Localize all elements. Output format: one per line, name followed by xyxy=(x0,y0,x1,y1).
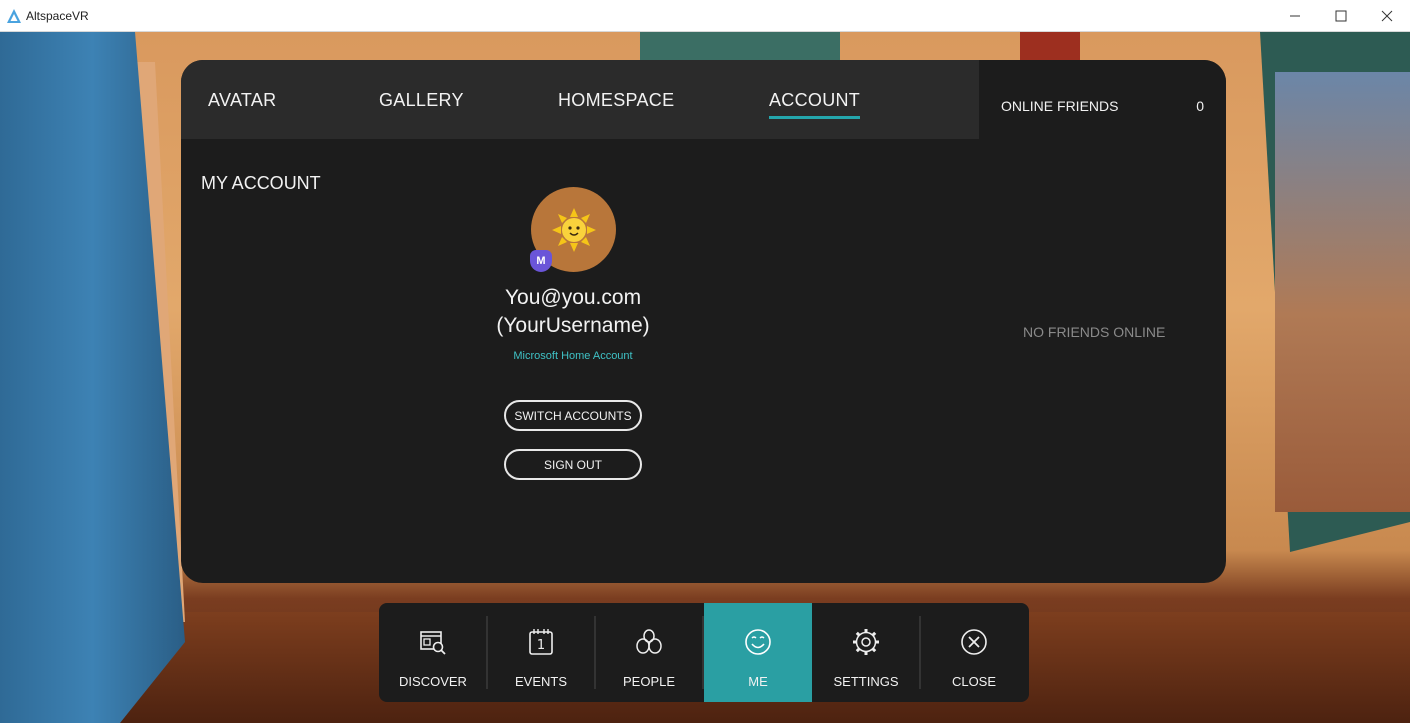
dock-me-label: ME xyxy=(748,674,768,689)
tab-avatar[interactable]: AVATAR xyxy=(208,90,276,111)
dock-settings-button[interactable]: SETTINGS xyxy=(812,603,920,702)
smiley-icon xyxy=(745,629,771,655)
me-panel: AVATAR GALLERY HOMESPACE ACCOUNT ONLINE … xyxy=(181,60,1226,583)
no-friends-message: NO FRIENDS ONLINE xyxy=(1023,324,1166,340)
online-friends-count: 0 xyxy=(1196,98,1204,114)
close-circle-icon xyxy=(961,629,987,655)
maximize-button[interactable] xyxy=(1318,0,1364,32)
dock-events-label: EVENTS xyxy=(514,674,567,689)
people-icon xyxy=(636,629,662,654)
dock-people-label: PEOPLE xyxy=(622,674,676,689)
maximize-icon xyxy=(1335,10,1347,21)
window-controls xyxy=(1272,0,1410,32)
svg-text:1: 1 xyxy=(537,638,545,653)
dock-me-button[interactable]: ME xyxy=(704,603,812,702)
account-type-label: Microsoft Home Account xyxy=(513,350,633,362)
close-icon xyxy=(1381,10,1393,21)
account-type-badge: M xyxy=(530,250,552,272)
scene-window-top xyxy=(640,32,840,62)
discover-icon xyxy=(420,631,446,655)
switch-accounts-button[interactable]: SWITCH ACCOUNTS xyxy=(504,400,642,431)
dock-people-button[interactable]: PEOPLE xyxy=(595,603,703,702)
calendar-icon: 1 xyxy=(529,629,553,655)
dock-discover-label: DISCOVER xyxy=(399,674,467,689)
dock-close-label: CLOSE xyxy=(951,674,997,689)
dock-settings-label: SETTINGS xyxy=(833,674,899,689)
sun-avatar-icon xyxy=(551,207,596,252)
window-title: AltspaceVR xyxy=(26,8,89,23)
dock-discover-button[interactable]: DISCOVER xyxy=(379,603,487,702)
tab-gallery[interactable]: GALLERY xyxy=(379,90,464,111)
dock-close-button[interactable]: CLOSE xyxy=(920,603,1028,702)
scene-window-view xyxy=(1275,72,1410,512)
online-friends-header: ONLINE FRIENDS 0 xyxy=(979,60,1226,139)
dock-events-button[interactable]: 1 EVENTS xyxy=(487,603,595,702)
tab-homespace[interactable]: HOMESPACE xyxy=(558,90,674,111)
minimize-icon xyxy=(1290,15,1300,16)
my-account-title: MY ACCOUNT xyxy=(201,173,321,193)
gear-icon xyxy=(853,629,879,655)
bottom-dock: DISCOVER 1 EVENTS PEOPLE ME SETTINGS CLO… xyxy=(379,603,1029,702)
account-username: (YourUsername) xyxy=(496,314,650,337)
window-close-button[interactable] xyxy=(1364,0,1410,32)
account-email: You@you.com xyxy=(504,286,642,309)
online-friends-title: ONLINE FRIENDS xyxy=(1001,98,1119,114)
sign-out-button[interactable]: SIGN OUT xyxy=(504,449,642,480)
window-titlebar: AltspaceVR xyxy=(0,0,1410,32)
tab-account[interactable]: ACCOUNT xyxy=(769,90,861,119)
minimize-button[interactable] xyxy=(1272,0,1318,32)
tab-bar: AVATAR GALLERY HOMESPACE ACCOUNT xyxy=(181,60,979,139)
altspace-logo-icon xyxy=(7,8,21,23)
